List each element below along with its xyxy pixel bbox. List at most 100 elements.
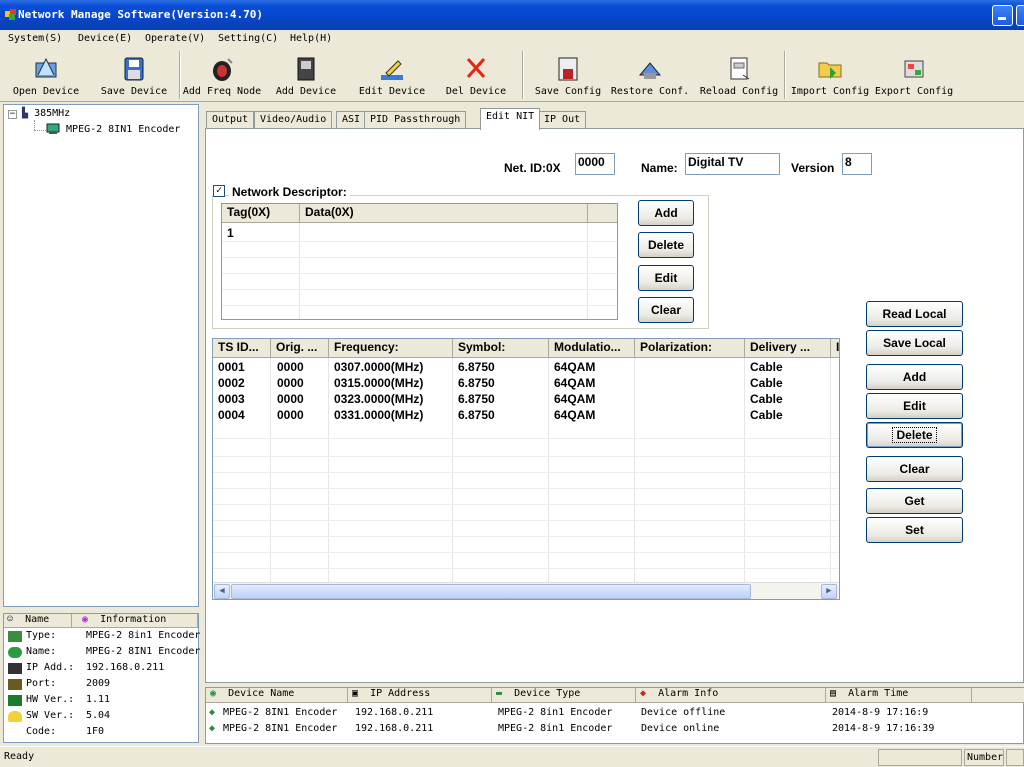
alarm-ip: 192.168.0.211	[355, 707, 434, 718]
modulation-cell: 64QAM	[554, 408, 596, 422]
maximize-button[interactable]	[1016, 5, 1024, 26]
descriptor-delete-button[interactable]: Delete	[638, 232, 694, 258]
tab-edit-nit[interactable]: Edit NIT	[480, 108, 541, 130]
edit-device-button[interactable]: Edit Device	[350, 49, 434, 102]
alarm-time: 2014-8-9 17:16:9	[832, 707, 929, 718]
column-header-symbol[interactable]: Symbol:	[453, 339, 549, 358]
frequency-cell: 0331.0000(MHz)	[334, 408, 424, 422]
tab-output[interactable]: Output	[206, 111, 255, 129]
ts-table-horizontal-scrollbar[interactable]: ◀ ▶	[213, 582, 839, 599]
descriptor-add-button[interactable]: Add	[638, 200, 694, 226]
add-freq-node-button[interactable]: Add Freq Node	[182, 49, 262, 102]
menu-system[interactable]: System(S)	[8, 33, 62, 44]
delete-ts-button[interactable]: Delete	[866, 422, 963, 448]
tree-node-frequency[interactable]: ▙ 385MHz	[22, 108, 70, 119]
minimize-button[interactable]	[992, 5, 1013, 26]
info-label: Port:	[26, 678, 57, 689]
info-header-information[interactable]: ◉ Information	[72, 614, 198, 628]
tree-node-encoder[interactable]: MPEG-2 8IN1 Encoder	[46, 123, 180, 135]
add-ts-button[interactable]: Add	[866, 364, 963, 390]
alarm-header-device-name[interactable]: ◉ Device Name	[206, 688, 348, 703]
descriptor-edit-button[interactable]: Edit	[638, 265, 694, 291]
column-header-modulation[interactable]: Modulatio...	[549, 339, 635, 358]
export-config-button[interactable]: Export Config	[872, 49, 956, 102]
toolbar-separator	[522, 51, 524, 99]
window-title: Network Manage Software(Version:4.70)	[18, 8, 264, 21]
ip-address-icon	[8, 663, 22, 674]
grid-line	[830, 358, 831, 584]
network-name-field[interactable]: Digital TV	[685, 153, 780, 175]
column-header[interactable]	[588, 204, 617, 223]
descriptor-clear-button[interactable]: Clear	[638, 297, 694, 323]
network-descriptor-checkbox[interactable]: ✓	[213, 185, 225, 197]
column-header[interactable]: Tag(0X)	[222, 204, 300, 223]
grid-line	[213, 520, 839, 521]
version-field[interactable]: 8	[842, 153, 872, 175]
info-label: Name:	[26, 646, 57, 657]
tab-video-audio[interactable]: Video/Audio	[254, 111, 333, 129]
status-text: Ready	[4, 751, 35, 762]
tab-asi[interactable]: ASI	[336, 111, 367, 129]
clear-ts-button[interactable]: Clear	[866, 456, 963, 482]
save-device-button[interactable]: Save Device	[90, 49, 178, 102]
get-button[interactable]: Get	[866, 488, 963, 514]
modulation-cell: 64QAM	[554, 392, 596, 406]
alarm-header-alarm-info[interactable]: ◆ Alarm Info	[636, 688, 826, 703]
ip-address-icon: ▣	[352, 688, 359, 699]
menu-bar: System(S) Device(E) Operate(V) Setting(C…	[0, 30, 1024, 49]
status-pane	[1006, 749, 1024, 766]
info-label: Type:	[26, 630, 57, 641]
column-header-more[interactable]: I	[831, 339, 839, 358]
status-number-label: Number	[967, 752, 1004, 763]
tab-ip-out[interactable]: IP Out	[538, 111, 587, 129]
grid-line	[270, 358, 271, 584]
descriptor-tag-cell[interactable]: 1	[227, 226, 234, 240]
column-header-polarization[interactable]: Polarization:	[635, 339, 745, 358]
device-type-icon: ▬	[496, 688, 503, 699]
net-id-field[interactable]: 0000	[575, 153, 615, 175]
delete-device-button[interactable]: Del Device	[434, 49, 518, 102]
tab-pid-passthrough[interactable]: PID Passthrough	[364, 111, 467, 129]
menu-setting[interactable]: Setting(C)	[218, 33, 278, 44]
column-header-delivery[interactable]: Delivery ...	[745, 339, 831, 358]
read-local-button[interactable]: Read Local	[866, 301, 963, 327]
column-header-ts-id[interactable]: TS ID...	[213, 339, 271, 358]
scrollbar-thumb[interactable]	[231, 584, 751, 599]
menu-help[interactable]: Help(H)	[290, 33, 332, 44]
alarm-icon: ◆	[640, 688, 647, 699]
grid-line	[328, 358, 329, 584]
menu-operate[interactable]: Operate(V)	[145, 33, 205, 44]
menu-device[interactable]: Device(E)	[78, 33, 132, 44]
grid-line	[548, 358, 549, 584]
info-value: 192.168.0.211	[86, 662, 165, 673]
delivery-cell: Cable	[750, 392, 783, 406]
info-header-name[interactable]: ☺ Name	[4, 614, 72, 628]
info-value: MPEG-2 8in1 Encoder	[86, 630, 201, 641]
alarm-header-filler	[972, 688, 1024, 703]
set-button[interactable]: Set	[866, 517, 963, 543]
open-device-button[interactable]: Open Device	[2, 49, 90, 102]
save-config-icon	[558, 57, 578, 81]
symbol-cell: 6.8750	[458, 376, 495, 390]
save-local-button[interactable]: Save Local	[866, 330, 963, 356]
tree-expand-toggle[interactable]: −	[8, 110, 17, 119]
delivery-cell: Cable	[750, 376, 783, 390]
scroll-right-arrow-icon[interactable]: ▶	[821, 584, 837, 599]
reload-config-button[interactable]: Reload Config	[694, 49, 784, 102]
column-header-frequency[interactable]: Frequency:	[329, 339, 453, 358]
import-config-button[interactable]: Import Config	[788, 49, 872, 102]
info-value: MPEG-2 8IN1 Encoder	[86, 646, 201, 657]
column-header[interactable]: Data(0X)	[300, 204, 588, 223]
add-device-button[interactable]: Add Device	[262, 49, 350, 102]
edit-ts-button[interactable]: Edit	[866, 393, 963, 419]
alarm-header-alarm-time[interactable]: ▤ Alarm Time	[826, 688, 972, 703]
device-status-icon: ◆	[209, 707, 216, 718]
save-config-button[interactable]: Save Config	[530, 49, 606, 102]
import-config-icon	[818, 62, 842, 79]
restore-config-button[interactable]: Restore Conf.	[608, 49, 692, 102]
alarm-header-ip-address[interactable]: ▣ IP Address	[348, 688, 492, 703]
alarm-header-device-type[interactable]: ▬ Device Type	[492, 688, 636, 703]
grid-line	[213, 568, 839, 569]
column-header-orig[interactable]: Orig. ...	[271, 339, 329, 358]
scroll-left-arrow-icon[interactable]: ◀	[214, 584, 230, 599]
